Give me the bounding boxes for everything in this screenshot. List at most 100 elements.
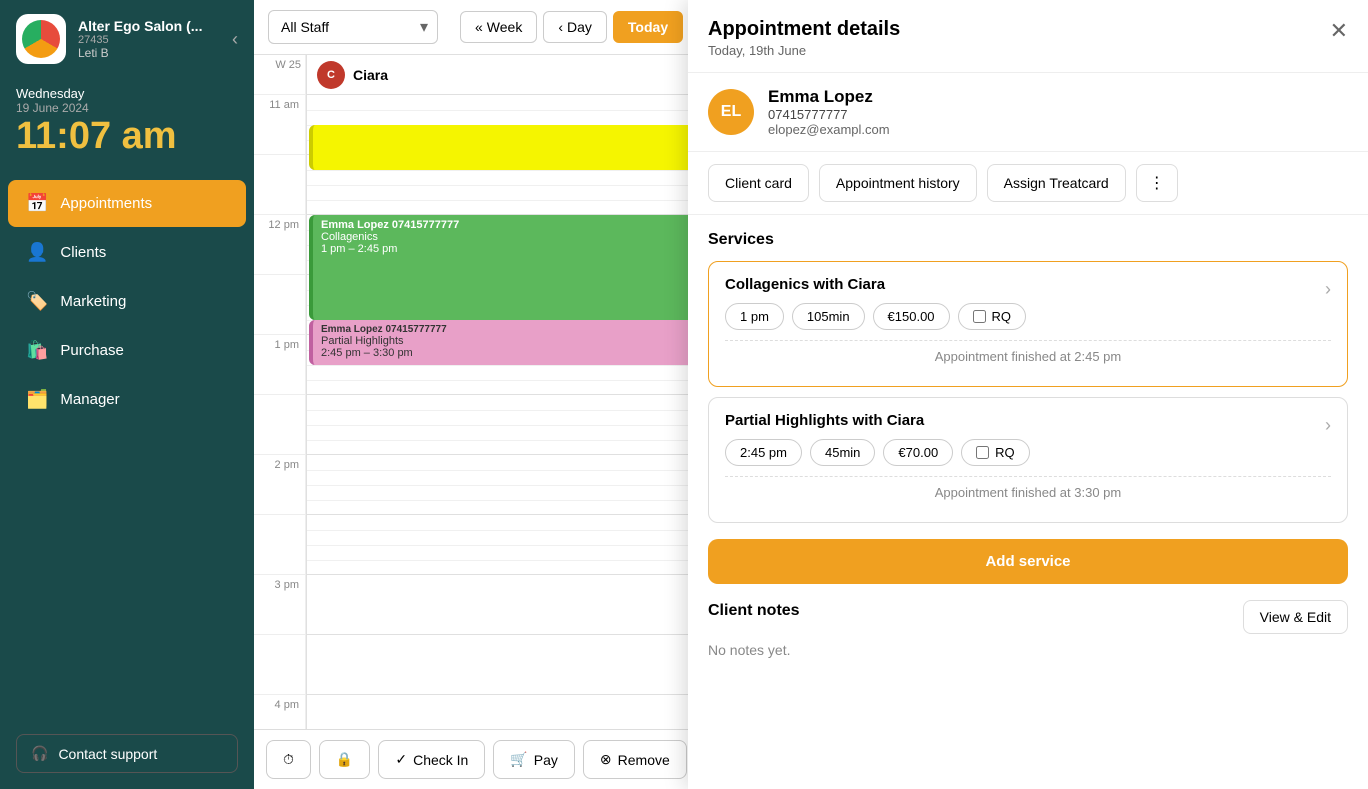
check-icon: ✓ (395, 751, 407, 768)
time-11am: 11 am (254, 95, 305, 155)
highlights-price: €70.00 (883, 439, 953, 466)
support-icon: 🎧 (31, 745, 48, 762)
day-label: Day (567, 19, 592, 35)
contact-support-button[interactable]: 🎧 Contact support (16, 734, 238, 773)
check-in-label: Check In (413, 752, 468, 768)
ciara-avatar: C (317, 61, 345, 89)
client-details: Emma Lopez 07415777777 elopez@exampl.com (768, 87, 890, 137)
staff-select[interactable]: All Staff (268, 10, 438, 44)
more-options-button[interactable]: ⋮ (1136, 164, 1178, 202)
remove-label: Remove (618, 752, 670, 768)
sidebar-item-clients[interactable]: 👤 Clients (8, 229, 246, 276)
salon-id: 27435 (78, 34, 202, 46)
appointment-panel: Appointment details Today, 19th June ✕ E… (688, 0, 1368, 789)
clients-label: Clients (60, 244, 106, 261)
highlights-duration: 45min (810, 439, 875, 466)
time-12pm: 12 pm (254, 215, 305, 275)
collagenics-price: €150.00 (873, 303, 950, 330)
services-title: Services (708, 231, 1348, 249)
day-button[interactable]: ‹ Day (543, 11, 607, 43)
panel-body: Services Collagenics with Ciara › 1 pm 1… (688, 215, 1368, 789)
sidebar-collapse-icon[interactable]: ‹ (232, 29, 238, 50)
datetime-display: Wednesday 19 June 2024 11:07 am (0, 78, 254, 172)
pay-label: Pay (534, 752, 558, 768)
check-in-button[interactable]: ✓ Check In (378, 740, 485, 779)
collagenics-rq-checkbox[interactable] (973, 310, 986, 323)
highlights-finished: Appointment finished at 3:30 pm (725, 476, 1331, 508)
app-logo (16, 14, 66, 64)
week-button[interactable]: « Week (460, 11, 537, 43)
time-2x (254, 515, 305, 575)
time-4pm: 4 pm (254, 695, 305, 729)
client-notes-header: Client notes View & Edit (708, 600, 1348, 634)
highlights-arrow-icon: › (1325, 415, 1331, 436)
collagenics-arrow-icon: › (1325, 279, 1331, 300)
service-card-highlights[interactable]: Partial Highlights with Ciara › 2:45 pm … (708, 397, 1348, 523)
collagenics-finished: Appointment finished at 2:45 pm (725, 340, 1331, 372)
double-left-icon: « (475, 19, 483, 35)
highlights-provider: with Ciara (853, 412, 925, 429)
time-1x (254, 395, 305, 455)
service-name-collagenics: Collagenics with Ciara (725, 276, 885, 293)
collagenics-rq: RQ (958, 303, 1027, 330)
add-service-button[interactable]: Add service (708, 539, 1348, 584)
service-card-collagenics[interactable]: Collagenics with Ciara › 1 pm 105min €15… (708, 261, 1348, 387)
time-column: W 25 11 am 12 pm 1 pm 2 pm 3 pm 4 pm (254, 55, 306, 729)
view-edit-button[interactable]: View & Edit (1243, 600, 1348, 634)
week-label: Week (487, 19, 523, 35)
weekday-label: Wednesday (16, 86, 238, 101)
sidebar-item-manager[interactable]: 🗂️ Manager (8, 376, 246, 423)
no-notes-text: No notes yet. (708, 642, 1348, 658)
sidebar-header: Alter Ego Salon (... 27435 Leti B ‹ (0, 0, 254, 78)
ciara-name: Ciara (353, 67, 388, 83)
timer-button[interactable]: ⏱ (266, 740, 311, 779)
collagenics-tags: 1 pm 105min €150.00 RQ (725, 303, 1331, 330)
panel-date: Today, 19th June (708, 43, 900, 58)
client-avatar: EL (708, 89, 754, 135)
today-label: Today (628, 19, 668, 35)
client-phone: 07415777777 (768, 107, 890, 122)
close-panel-button[interactable]: ✕ (1330, 18, 1348, 44)
remove-button[interactable]: ⊗ Remove (583, 740, 687, 779)
purchase-icon: 🛍️ (26, 340, 48, 361)
sidebar-footer: 🎧 Contact support (0, 718, 254, 789)
panel-header: Appointment details Today, 19th June ✕ (688, 0, 1368, 73)
staff-select-wrapper: All Staff ▾ (268, 10, 438, 44)
support-label: Contact support (58, 746, 157, 762)
sidebar-item-appointments[interactable]: 📅 Appointments (8, 180, 246, 227)
time-11x (254, 155, 305, 215)
client-row: EL Emma Lopez 07415777777 elopez@exampl.… (688, 73, 1368, 152)
client-name: Emma Lopez (768, 87, 890, 107)
lock-button[interactable]: 🔒 (319, 740, 370, 779)
time-labels-container: 11 am 12 pm 1 pm 2 pm 3 pm 4 pm (254, 95, 305, 729)
main-nav: 📅 Appointments 👤 Clients 🏷️ Marketing 🛍️… (0, 172, 254, 718)
appointments-icon: 📅 (26, 193, 48, 214)
appointment-history-button[interactable]: Appointment history (819, 164, 977, 202)
client-initials: EL (721, 103, 741, 121)
clients-icon: 👤 (26, 242, 48, 263)
assign-treatcard-button[interactable]: Assign Treatcard (987, 164, 1126, 202)
client-card-button[interactable]: Client card (708, 164, 809, 202)
sidebar-item-purchase[interactable]: 🛍️ Purchase (8, 327, 246, 374)
marketing-icon: 🏷️ (26, 291, 48, 312)
highlights-time: 2:45 pm (725, 439, 802, 466)
client-email: elopez@exampl.com (768, 122, 890, 137)
salon-name: Alter Ego Salon (... (78, 18, 202, 34)
collagenics-duration: 105min (792, 303, 865, 330)
sidebar-item-marketing[interactable]: 🏷️ Marketing (8, 278, 246, 325)
today-button[interactable]: Today (613, 11, 683, 43)
highlights-rq-label: RQ (995, 445, 1015, 460)
highlights-tags: 2:45 pm 45min €70.00 RQ (725, 439, 1331, 466)
highlights-rq-checkbox[interactable] (976, 446, 989, 459)
time-1pm: 1 pm (254, 335, 305, 395)
pay-button[interactable]: 🛒 Pay (493, 740, 575, 779)
logo-icon (22, 20, 60, 58)
salon-info: Alter Ego Salon (... 27435 Leti B (78, 18, 202, 60)
time-label: 11:07 am (16, 115, 238, 158)
panel-title: Appointment details (708, 18, 900, 41)
collagenics-time: 1 pm (725, 303, 784, 330)
service-name-highlights: Partial Highlights with Ciara (725, 412, 924, 429)
time-3pm: 3 pm (254, 575, 305, 635)
lock-icon: 🔒 (336, 751, 353, 768)
appointments-label: Appointments (60, 195, 152, 212)
